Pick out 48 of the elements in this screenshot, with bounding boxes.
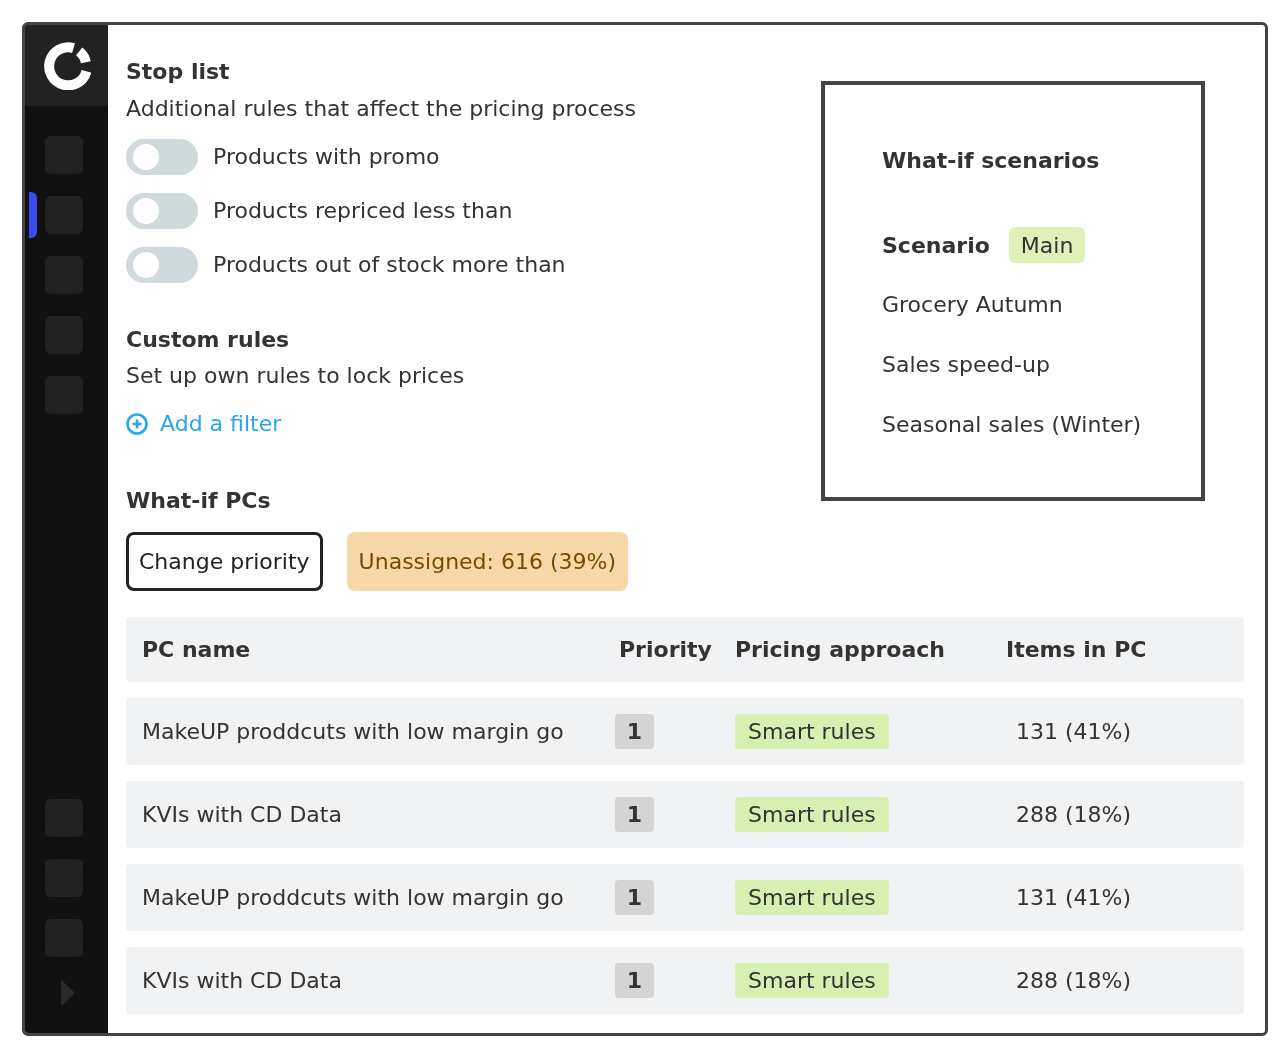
scenario-label: Scenario xyxy=(882,231,990,260)
toggle-switch[interactable] xyxy=(126,193,198,229)
toggle-switch[interactable] xyxy=(126,139,198,175)
items-count-cell-text: 131 (41%) xyxy=(1016,718,1132,746)
pricing-approach-tag: Smart rules xyxy=(735,880,889,915)
triangle-right-icon xyxy=(58,980,75,1006)
table-row[interactable]: MakeUP proddcuts with low margin go 1 Smart rules 131 (41%) xyxy=(126,864,1244,931)
priority-badge: 1 xyxy=(615,880,654,915)
items-count-cell-text: 131 (41%) xyxy=(1016,884,1132,912)
toggle-label: Products out of stock more than xyxy=(213,251,566,279)
pricing-approach-tag: Smart rules xyxy=(735,963,889,998)
change-priority-button[interactable]: Change priority xyxy=(126,532,323,591)
pc-name-cell-text: KVIs with CD Data xyxy=(142,801,342,829)
section-title: What-if PCs xyxy=(126,487,271,515)
table-row[interactable]: KVIs with CD Data 1 Smart rules 288 (18%) xyxy=(126,947,1244,1014)
pc-name-cell-text: MakeUP proddcuts with low margin go xyxy=(142,884,564,912)
toggle-label: Products with promo xyxy=(213,143,440,171)
toggle-label: Products repriced less than xyxy=(213,197,513,225)
section-subtitle: Additional rules that affect the pricing process xyxy=(126,95,636,123)
column-header: Priority xyxy=(619,636,712,664)
table-row[interactable]: KVIs with CD Data 1 Smart rules 288 (18%) xyxy=(126,781,1244,848)
plus-circle-icon xyxy=(126,413,148,435)
column-header: Pricing approach xyxy=(735,636,946,664)
pricing-approach-tag: Smart rules xyxy=(735,714,889,749)
table-row[interactable]: MakeUP proddcuts with low margin go 1 Smart rules 131 (41%) xyxy=(126,698,1244,765)
pricing-approach-tag: Smart rules xyxy=(735,797,889,832)
unassigned-count-badge: Unassigned: 616 (39%) xyxy=(346,532,629,591)
nav-button[interactable] xyxy=(29,192,83,238)
priority-badge: 1 xyxy=(615,714,654,749)
scenario-option[interactable]: Grocery Autumn xyxy=(882,291,1063,319)
section-subtitle: Set up own rules to lock prices xyxy=(126,362,465,390)
current-scenario-badge: Main xyxy=(1008,227,1086,263)
items-count-cell-text: 288 (18%) xyxy=(1016,801,1132,829)
scenario-option[interactable]: Sales speed-up xyxy=(882,351,1050,379)
scenario-option[interactable]: Seasonal sales (Winter) xyxy=(882,411,1142,439)
section-title: Custom rules xyxy=(126,326,290,354)
panel-title: What-if scenarios xyxy=(882,147,1100,175)
items-count-cell-text: 288 (18%) xyxy=(1016,967,1132,995)
column-header: Items in PC xyxy=(1006,636,1147,664)
column-header: PC name xyxy=(142,636,251,664)
toggle-switch[interactable] xyxy=(126,247,198,283)
priority-badge: 1 xyxy=(615,963,654,998)
pc-name-cell-text: KVIs with CD Data xyxy=(142,967,342,995)
priority-badge: 1 xyxy=(615,797,654,832)
pc-name-cell-text: MakeUP proddcuts with low margin go xyxy=(142,718,564,746)
expand-button[interactable] xyxy=(58,980,75,1006)
section-title: Stop list xyxy=(126,58,230,86)
logo-icon xyxy=(42,41,91,90)
